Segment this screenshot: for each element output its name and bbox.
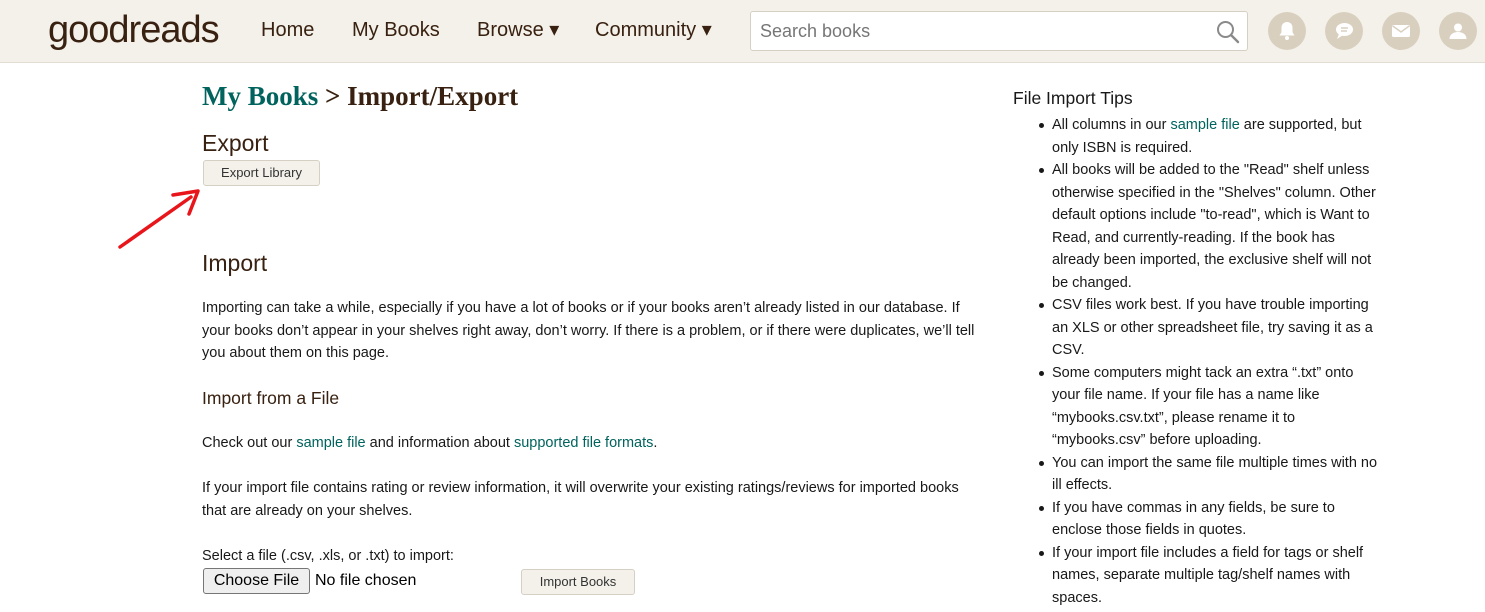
sample-file-link[interactable]: sample file: [296, 435, 365, 451]
import-intro-text: Importing can take a while, especially i…: [202, 300, 975, 361]
nav-home[interactable]: Home: [261, 18, 314, 42]
tips-list: All columns in our sample file are suppo…: [1039, 114, 1384, 610]
top-header: goodreads Home My Books Browse ▾ Communi…: [0, 0, 1485, 63]
tip-item: You can import the same file multiple ti…: [1039, 452, 1384, 497]
checkout-suffix: .: [653, 435, 658, 451]
breadcrumb-current: Import/Export: [347, 81, 519, 111]
search-input[interactable]: [760, 19, 1200, 43]
nav-community[interactable]: Community ▾: [595, 18, 712, 42]
messages-button[interactable]: [1382, 12, 1420, 50]
tip-item: If you have commas in any fields, be sur…: [1039, 497, 1384, 542]
tips-sample-file-link[interactable]: sample file: [1170, 117, 1239, 133]
goodreads-logo[interactable]: goodreads: [48, 8, 220, 52]
page-title: My Books > Import/Export: [202, 80, 518, 112]
supported-formats-link[interactable]: supported file formats: [514, 435, 653, 451]
checkout-prefix: Check out our: [202, 435, 297, 451]
tip-item: Some computers might tack an extra “.txt…: [1039, 362, 1384, 452]
overwrite-note: If your import file contains rating or r…: [202, 480, 959, 519]
logo-part-good: good: [48, 9, 130, 51]
tips-title: File Import Tips: [1013, 88, 1133, 108]
import-from-file-heading: Import from a File: [202, 388, 340, 408]
logo-part-reads: reads: [128, 9, 220, 51]
notifications-button[interactable]: [1268, 12, 1306, 50]
breadcrumb-my-books-link[interactable]: My Books: [202, 81, 318, 111]
profile-icon: [1449, 23, 1467, 39]
breadcrumb-separator: >: [318, 81, 348, 111]
search-icon[interactable]: [1215, 19, 1241, 45]
discussion-icon: [1336, 23, 1353, 39]
checkout-text: Check out our sample file and informatio…: [202, 432, 982, 455]
tip1-prefix: All columns in our: [1052, 117, 1171, 133]
tip-item: All books will be added to the "Read" sh…: [1039, 159, 1384, 294]
export-heading: Export: [202, 130, 269, 156]
choose-file-button[interactable]: Choose File: [203, 568, 310, 594]
tip-item: If your import file includes a field for…: [1039, 542, 1384, 610]
import-books-button[interactable]: Import Books: [521, 569, 635, 595]
no-file-status: No file chosen: [315, 572, 417, 589]
export-library-button[interactable]: Export Library: [203, 160, 320, 186]
import-heading: Import: [202, 250, 268, 276]
checkout-middle: and information about: [365, 435, 514, 451]
select-file-label: Select a file (.csv, .xls, or .txt) to i…: [202, 548, 454, 564]
tip-item: CSV files work best. If you have trouble…: [1039, 294, 1384, 362]
bell-icon: [1279, 22, 1295, 40]
annotation-arrow: [118, 189, 200, 249]
discussions-button[interactable]: [1325, 12, 1363, 50]
mail-icon: [1392, 25, 1410, 37]
search-box: [750, 11, 1248, 51]
nav-browse[interactable]: Browse ▾: [477, 18, 559, 42]
nav-my-books[interactable]: My Books: [352, 18, 440, 42]
profile-button[interactable]: [1439, 12, 1477, 50]
tip-item: All columns in our sample file are suppo…: [1039, 114, 1384, 159]
